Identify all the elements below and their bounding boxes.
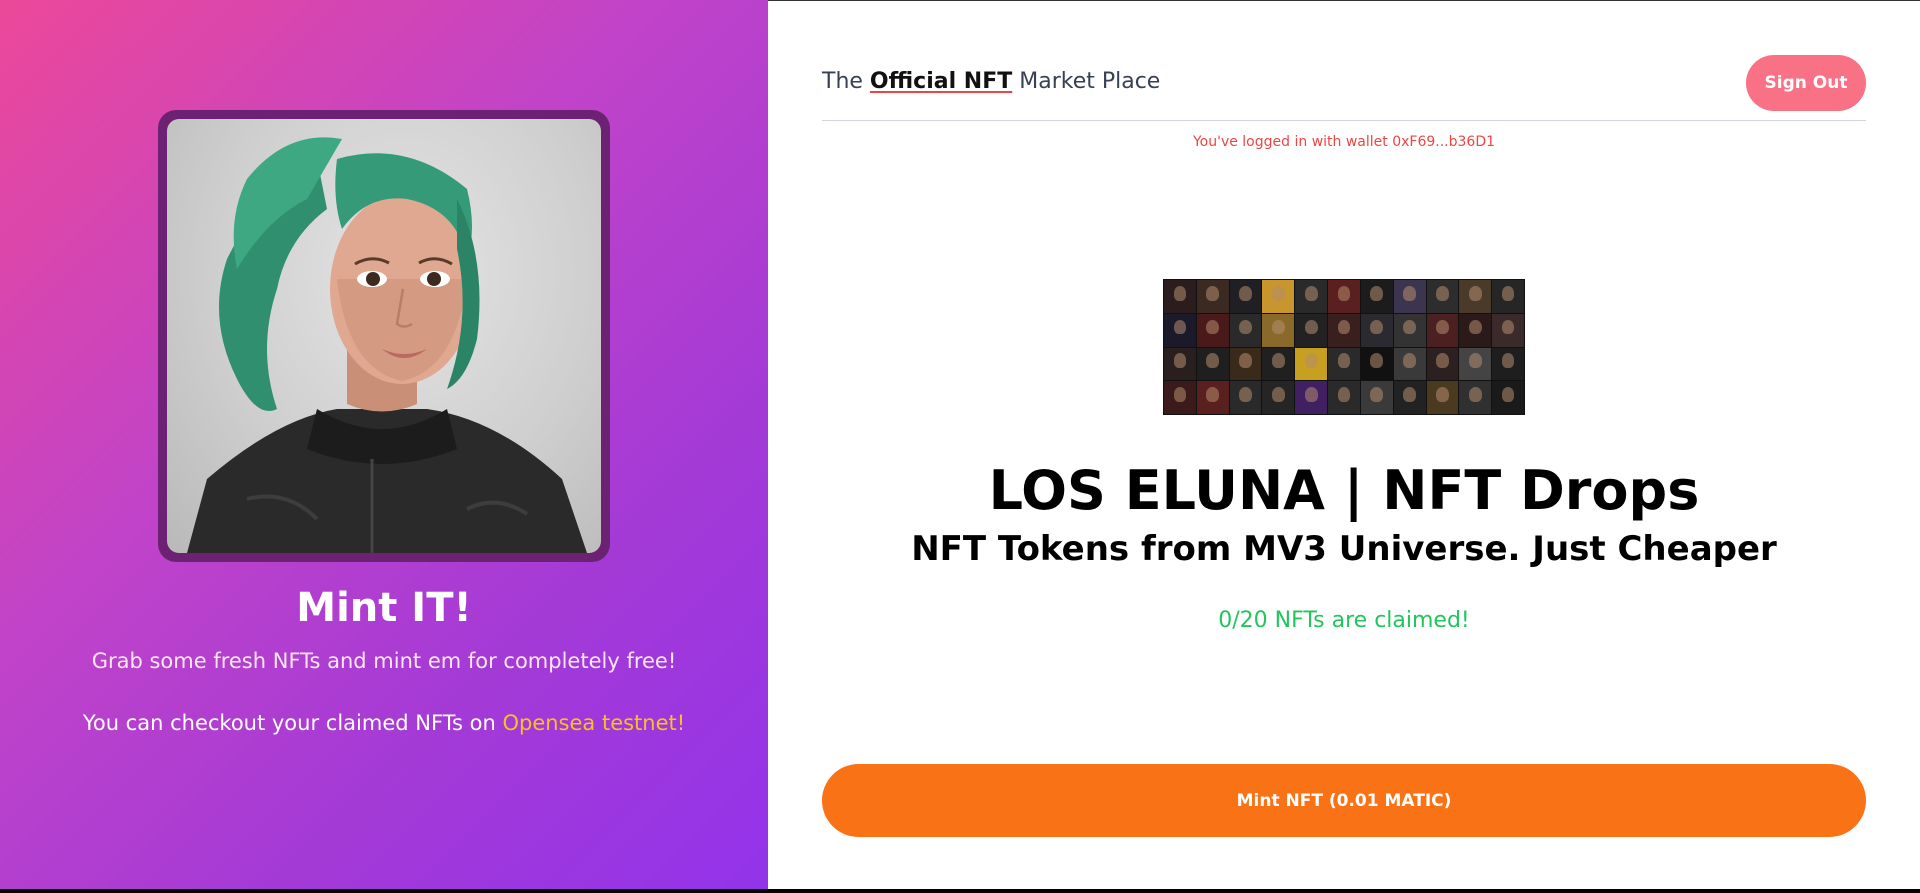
collage-tile [1360, 381, 1393, 414]
collage-tile [1196, 280, 1229, 313]
brand-title: The Official NFT Market Place [822, 69, 1160, 94]
wallet-status: You've logged in with wallet 0xF69...b36… [1192, 134, 1496, 150]
collage-tile [1295, 280, 1328, 313]
collage-tile [1459, 280, 1492, 313]
collage-tile [1164, 347, 1196, 381]
collage-tile [1393, 313, 1426, 347]
collage-tile [1196, 381, 1229, 414]
page: Mint IT! Grab some fresh NFTs and mint e… [0, 0, 1920, 889]
hero-checkout-text: You can checkout your claimed NFTs on Op… [0, 711, 768, 735]
nft-preview-image [167, 119, 601, 553]
collage-tile [1229, 347, 1262, 381]
collage-tile [1295, 347, 1328, 381]
collection-headline: LOS ELUNA | NFT Drops [988, 459, 1700, 522]
collage-tile [1360, 347, 1393, 381]
collage-tile [1393, 280, 1426, 313]
opensea-testnet-link[interactable]: Opensea testnet! [502, 711, 685, 735]
collage-tile [1459, 313, 1492, 347]
hero-subtitle: Grab some fresh NFTs and mint em for com… [91, 649, 677, 673]
collage-tile [1262, 313, 1295, 347]
collage-tile [1262, 280, 1295, 313]
collage-tile [1328, 381, 1360, 414]
sign-out-button[interactable]: Sign Out [1746, 55, 1866, 111]
collage-tile [1328, 313, 1360, 347]
collage-tile [1426, 280, 1459, 313]
collage-tile [1164, 381, 1196, 414]
collage-tile [1393, 381, 1426, 414]
collage-tile [1492, 313, 1524, 347]
brand-prefix: The [822, 69, 870, 94]
collage-tile [1492, 381, 1524, 414]
collage-tile [1229, 280, 1262, 313]
brand-suffix: Market Place [1012, 69, 1161, 94]
collage-tile [1492, 280, 1524, 313]
collage-tile [1262, 381, 1295, 414]
collage-tile [1295, 313, 1328, 347]
collage-tile [1426, 347, 1459, 381]
nft-preview-frame [158, 110, 610, 562]
collage-tile [1295, 381, 1328, 414]
collage-tile [1328, 280, 1360, 313]
collage-tile [1262, 347, 1295, 381]
hero-title: Mint IT! [296, 585, 472, 631]
collage-tile [1164, 313, 1196, 347]
collage-tile [1426, 313, 1459, 347]
bottom-edge [0, 889, 1920, 893]
claimed-status: 0/20 NFTs are claimed! [1218, 608, 1470, 633]
collection-subheadline: NFT Tokens from MV3 Universe. Just Cheap… [911, 529, 1777, 569]
header-divider [822, 120, 1866, 121]
collage-tile [1426, 381, 1459, 414]
collage-tile [1229, 313, 1262, 347]
collage-tile [1229, 381, 1262, 414]
checkout-prefix: You can checkout your claimed NFTs on [82, 711, 503, 735]
collage-tile [1459, 347, 1492, 381]
mint-panel: The Official NFT Market Place Sign Out Y… [768, 0, 1920, 889]
collage-tile [1492, 347, 1524, 381]
hero-panel: Mint IT! Grab some fresh NFTs and mint e… [0, 0, 768, 889]
collage-tile [1328, 347, 1360, 381]
collage-tile [1196, 313, 1229, 347]
collage-tile [1393, 347, 1426, 381]
collage-tile [1164, 280, 1196, 313]
collage-tile [1459, 381, 1492, 414]
mint-nft-button[interactable]: Mint NFT (0.01 MATIC) [822, 764, 1866, 837]
collage-tile [1360, 280, 1393, 313]
collage-tile [1196, 347, 1229, 381]
collage-tile [1360, 313, 1393, 347]
nft-collection-collage [1163, 279, 1525, 415]
brand-bold: Official NFT [869, 69, 1013, 94]
